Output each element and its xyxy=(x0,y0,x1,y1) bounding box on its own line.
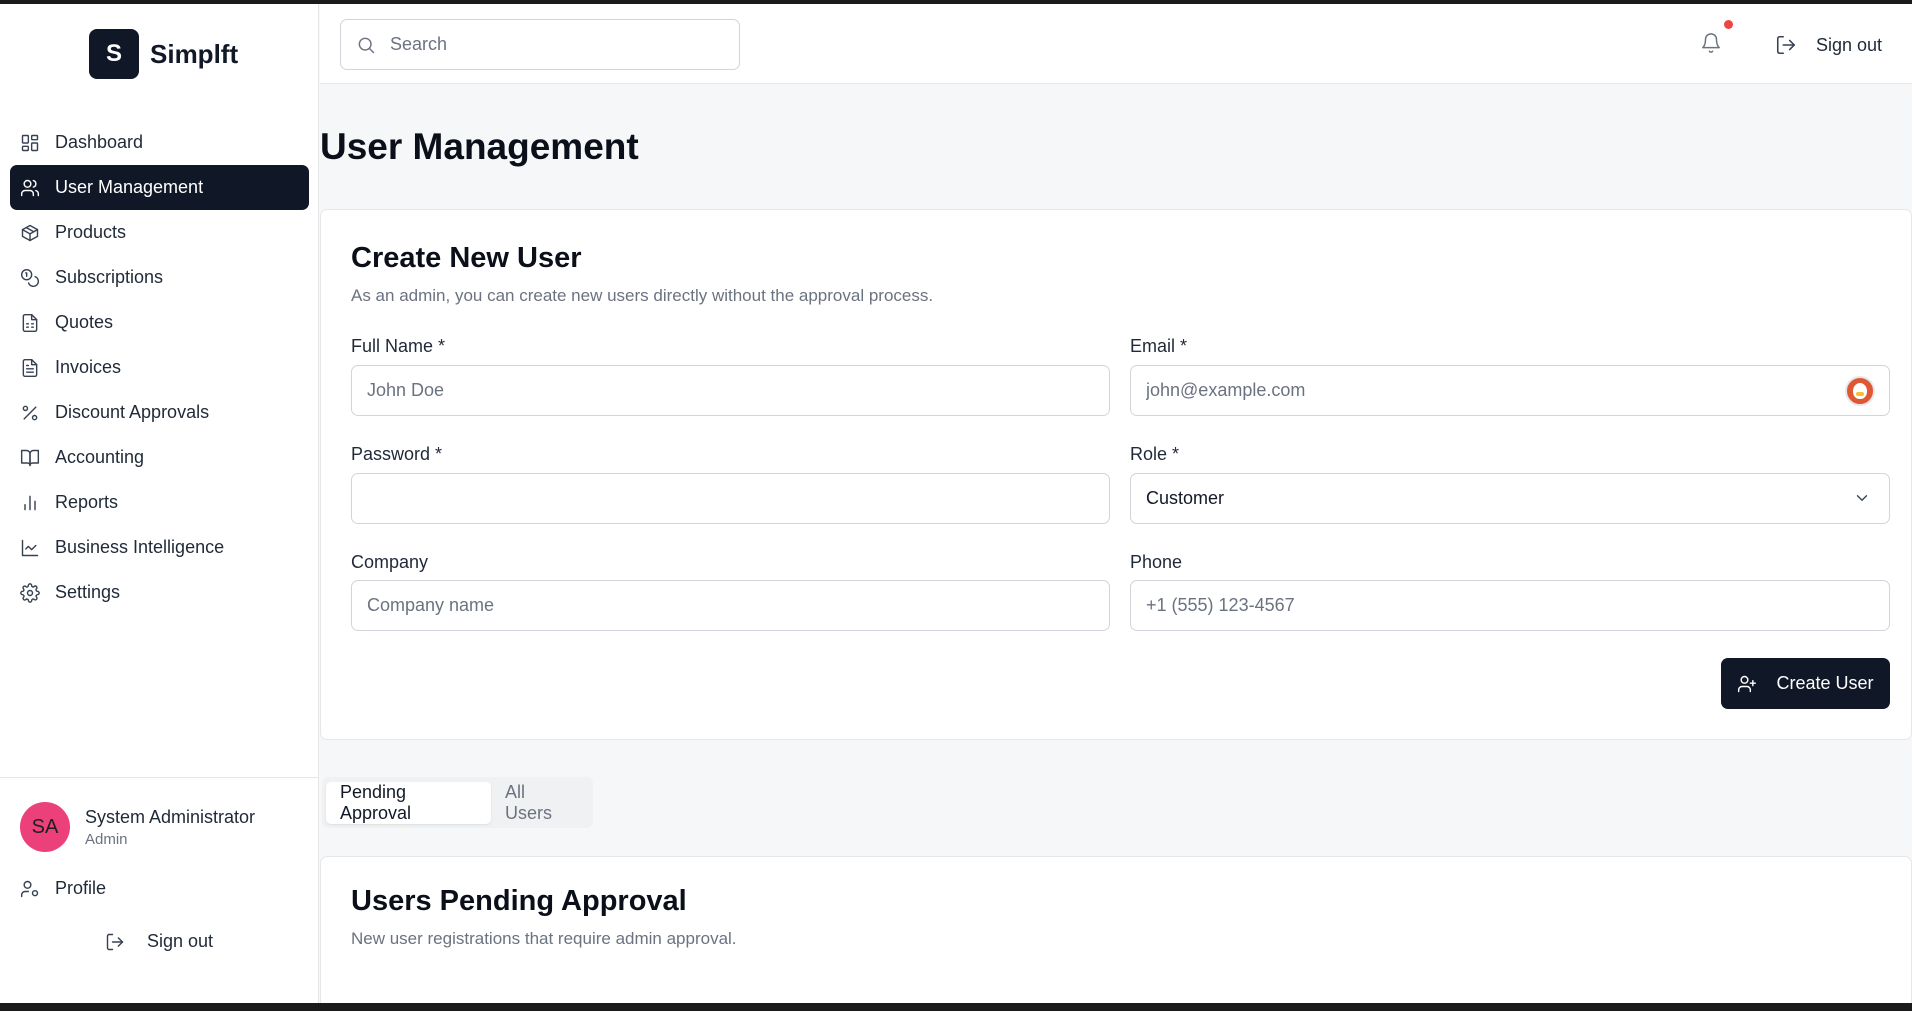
sidebar-item-label: Quotes xyxy=(55,312,114,332)
log-out-icon xyxy=(105,932,125,952)
phone-input[interactable] xyxy=(1146,595,1815,616)
brand[interactable]: S Simplft xyxy=(89,29,238,79)
pending-subtitle: New user registrations that require admi… xyxy=(351,929,737,948)
tab-pending-approval[interactable]: Pending Approval xyxy=(326,781,492,824)
duckduckgo-autofill-icon[interactable] xyxy=(1845,376,1875,406)
sidebar: S Simplft Dashboard User Management Prod… xyxy=(0,4,319,1003)
topbar-signout-button[interactable]: Sign out xyxy=(1775,34,1882,56)
sidebar-item-label: Business Intelligence xyxy=(55,537,225,557)
signout-label: Sign out xyxy=(1816,34,1883,55)
create-user-subtitle: As an admin, you can create new users di… xyxy=(351,286,934,305)
sidebar-item-subscriptions[interactable]: Subscriptions xyxy=(10,255,309,300)
sidebar-item-label: Subscriptions xyxy=(55,267,164,287)
file-text-icon xyxy=(20,358,40,378)
role-select-value: Customer xyxy=(1146,488,1225,508)
tab-all-users[interactable]: All Users xyxy=(491,782,589,824)
pending-approval-card: Users Pending Approval New user registra… xyxy=(320,856,1912,1003)
app-window: S Simplft Dashboard User Management Prod… xyxy=(0,4,1912,1003)
sidebar-item-label: Products xyxy=(55,222,127,242)
sidebar-nav: Dashboard User Management Products Subsc… xyxy=(10,120,309,615)
chevron-down-icon xyxy=(1853,489,1871,507)
topbar: Sign out xyxy=(320,4,1912,84)
avatar: SA xyxy=(20,802,70,852)
search-box[interactable] xyxy=(340,19,740,70)
gear-icon xyxy=(20,582,40,603)
sidebar-signout-button[interactable]: Sign out xyxy=(105,931,213,952)
company-label: Company xyxy=(351,552,429,572)
password-label: Password * xyxy=(351,444,443,464)
email-input[interactable] xyxy=(1146,380,1815,401)
sidebar-item-reports[interactable]: Reports xyxy=(10,480,309,525)
sidebar-footer: SA System Administrator Admin Profile Si… xyxy=(0,777,319,951)
company-input[interactable] xyxy=(367,595,1035,616)
signout-label: Sign out xyxy=(147,931,214,951)
sidebar-item-label: Dashboard xyxy=(55,132,144,152)
user-role: Admin xyxy=(85,830,128,848)
notifications-button[interactable] xyxy=(1700,32,1722,54)
phone-label: Phone xyxy=(1130,552,1183,572)
page-title: User Management xyxy=(320,126,639,167)
sidebar-item-quotes[interactable]: Quotes xyxy=(10,300,309,345)
sidebar-item-settings[interactable]: Settings xyxy=(10,570,309,615)
user-card[interactable]: SA System Administrator Admin xyxy=(20,802,255,852)
password-input[interactable] xyxy=(367,488,1035,509)
dashboard-icon xyxy=(20,133,40,153)
sidebar-item-business-intelligence[interactable]: Business Intelligence xyxy=(10,525,309,570)
pending-title: Users Pending Approval xyxy=(351,885,687,917)
sidebar-item-dashboard[interactable]: Dashboard xyxy=(10,120,309,165)
password-field[interactable] xyxy=(351,473,1110,524)
percent-icon xyxy=(20,403,40,423)
sidebar-item-label: Accounting xyxy=(55,447,145,467)
create-user-label: Create User xyxy=(1776,673,1874,693)
role-label: Role * xyxy=(1130,444,1180,464)
profile-link[interactable]: Profile xyxy=(20,878,106,899)
book-open-icon xyxy=(20,448,40,468)
user-cog-icon xyxy=(20,879,40,899)
user-tabs: Pending Approval All Users xyxy=(322,777,593,828)
create-user-card: Create New User As an admin, you can cre… xyxy=(320,209,1912,740)
create-user-button[interactable]: Create User xyxy=(1721,658,1890,709)
sidebar-item-user-management[interactable]: User Management xyxy=(10,165,309,210)
bar-chart-icon xyxy=(20,493,40,513)
full-name-input[interactable] xyxy=(367,380,1035,401)
profile-label: Profile xyxy=(55,878,107,898)
phone-field[interactable] xyxy=(1130,580,1890,631)
user-name: System Administrator xyxy=(85,806,256,827)
sidebar-item-label: Invoices xyxy=(55,357,122,377)
search-input[interactable] xyxy=(390,34,730,55)
users-icon xyxy=(20,178,40,198)
log-out-icon xyxy=(1775,34,1816,56)
full-name-label: Full Name * xyxy=(351,336,446,356)
brand-name: Simplft xyxy=(150,38,239,69)
sidebar-item-accounting[interactable]: Accounting xyxy=(10,435,309,480)
company-field[interactable] xyxy=(351,580,1110,631)
sidebar-item-label: Settings xyxy=(55,582,121,602)
sidebar-item-invoices[interactable]: Invoices xyxy=(10,345,309,390)
package-icon xyxy=(20,223,40,243)
line-chart-icon xyxy=(20,538,40,558)
brand-logo: S xyxy=(89,29,139,79)
role-select[interactable]: Customer xyxy=(1130,473,1890,524)
create-user-title: Create New User xyxy=(351,242,582,274)
email-field[interactable] xyxy=(1130,365,1890,416)
search-icon xyxy=(356,35,376,55)
sidebar-item-label: User Management xyxy=(55,177,204,197)
user-plus-icon xyxy=(1737,674,1776,694)
sidebar-item-label: Discount Approvals xyxy=(55,402,210,422)
email-label: Email * xyxy=(1130,336,1188,356)
calculator-icon xyxy=(20,313,40,333)
bell-icon xyxy=(1700,33,1722,58)
coins-icon xyxy=(20,268,40,288)
user-meta: System Administrator Admin xyxy=(85,807,255,848)
sidebar-item-discount-approvals[interactable]: Discount Approvals xyxy=(10,390,309,435)
sidebar-item-label: Reports xyxy=(55,492,119,512)
full-name-field[interactable] xyxy=(351,365,1110,416)
sidebar-item-products[interactable]: Products xyxy=(10,210,309,255)
notification-dot xyxy=(1724,20,1733,29)
